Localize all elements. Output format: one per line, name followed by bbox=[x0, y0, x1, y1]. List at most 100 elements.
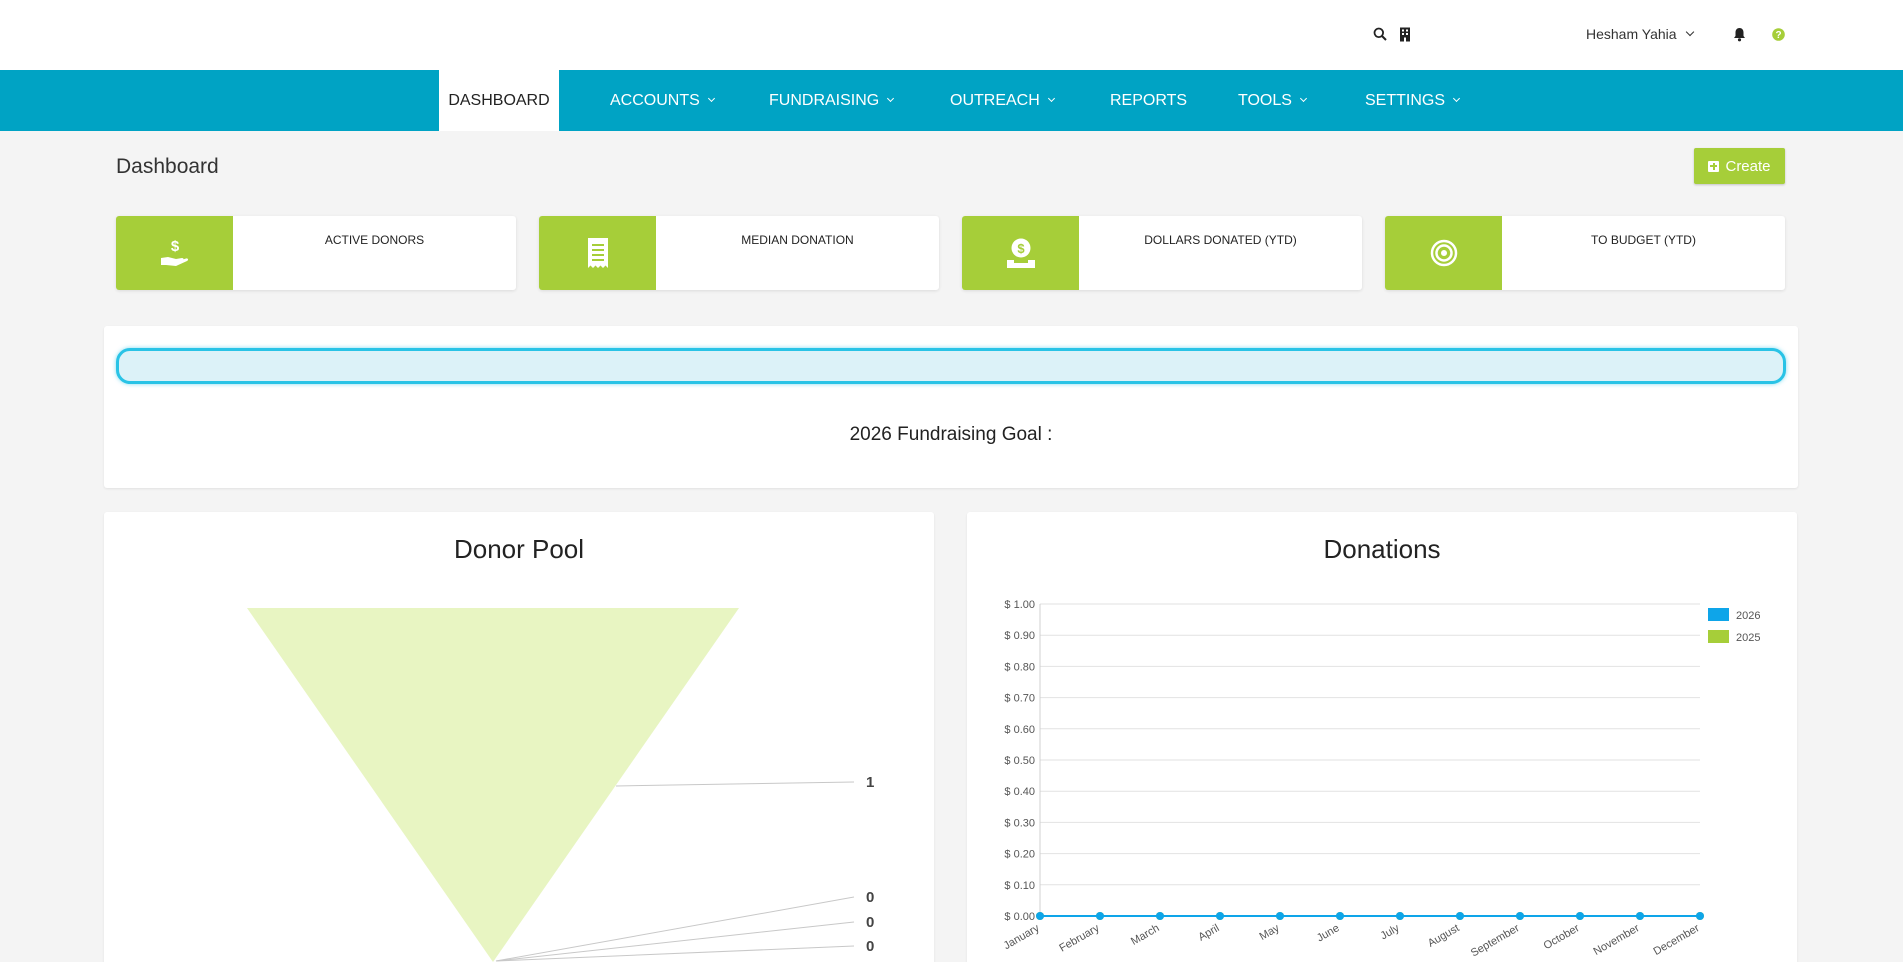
user-name: Hesham Yahia bbox=[1586, 26, 1677, 42]
y-tick-label: $ 1.00 bbox=[1004, 599, 1035, 611]
y-tick-label: $ 0.10 bbox=[1004, 880, 1035, 892]
y-tick-label: $ 0.00 bbox=[1004, 911, 1035, 923]
chevron-down-icon bbox=[1452, 94, 1461, 103]
kpi-card-dollars-donated: $ DOLLARS DONATED (YTD) bbox=[962, 216, 1362, 290]
kpi-label: MEDIAN DONATION bbox=[741, 233, 854, 247]
fundraising-progress-bar bbox=[116, 348, 1786, 384]
y-tick-label: $ 0.30 bbox=[1004, 817, 1035, 829]
donations-panel: Donations $ 0.00 $ 0.10 $ 0.20 $ 0.30 $ 0.40… bbox=[967, 512, 1797, 962]
data-point-2026 bbox=[1036, 912, 1044, 920]
hand-dollar-icon: $ bbox=[116, 216, 233, 290]
coin-hand-icon: $ bbox=[962, 216, 1079, 290]
target-icon bbox=[1385, 216, 1502, 290]
nav-reports[interactable]: REPORTS bbox=[1110, 70, 1187, 131]
donations-chart: $ 0.00 $ 0.10 $ 0.20 $ 0.30 $ 0.40 $ 0.50 $ 0.… bbox=[1002, 599, 1761, 960]
chevron-down-icon bbox=[1299, 94, 1307, 103]
funnel-leader-line bbox=[495, 921, 855, 962]
nav-outreach[interactable]: OUTREACH bbox=[950, 70, 1055, 131]
donor-pool-chart: 1 0 0 0 bbox=[247, 608, 874, 962]
nav-accounts-label: ACCOUNTS bbox=[610, 91, 700, 109]
y-tick-label: $ 0.90 bbox=[1004, 630, 1035, 642]
chevron-down-icon bbox=[1047, 94, 1055, 103]
x-tick-label: September bbox=[1469, 922, 1522, 959]
search-icon[interactable] bbox=[1372, 26, 1388, 42]
main-nav: DASHBOARD ACCOUNTS FUNDRAISING OUTREACH … bbox=[0, 70, 1903, 131]
help-icon[interactable]: ? bbox=[1770, 26, 1786, 42]
receipt-icon bbox=[539, 216, 656, 290]
create-button-label: Create bbox=[1725, 157, 1771, 175]
x-tick-label: November bbox=[1592, 922, 1642, 958]
y-tick-label: $ 0.20 bbox=[1004, 849, 1035, 861]
x-tick-label: December bbox=[1652, 922, 1702, 958]
funnel-value-label: 0 bbox=[866, 914, 874, 931]
top-bar: Hesham Yahia ? bbox=[0, 0, 1903, 70]
kpi-label: TO BUDGET (YTD) bbox=[1591, 233, 1696, 247]
nav-tools[interactable]: TOOLS bbox=[1238, 70, 1307, 131]
data-point-2026 bbox=[1516, 912, 1524, 920]
x-tick-label: August bbox=[1426, 922, 1462, 950]
legend-label: 2025 bbox=[1736, 632, 1760, 644]
data-point-2026 bbox=[1156, 912, 1164, 920]
data-point-2026 bbox=[1636, 912, 1644, 920]
funnel-value-label: 0 bbox=[866, 889, 874, 906]
chevron-down-icon bbox=[707, 94, 715, 103]
nav-dashboard[interactable]: DASHBOARD bbox=[439, 70, 559, 131]
nav-settings[interactable]: SETTINGS bbox=[1365, 70, 1461, 131]
nav-dashboard-label: DASHBOARD bbox=[448, 91, 550, 109]
data-point-2026 bbox=[1396, 912, 1404, 920]
plus-square-icon bbox=[1708, 160, 1720, 172]
page-title: Dashboard bbox=[116, 155, 219, 178]
funnel-leader-line bbox=[615, 781, 855, 787]
svg-text:$: $ bbox=[170, 238, 179, 255]
nav-outreach-label: OUTREACH bbox=[950, 91, 1040, 109]
fundraising-goal-panel: 2026 Fundraising Goal : bbox=[104, 326, 1798, 488]
x-tick-label: June bbox=[1315, 922, 1342, 944]
x-tick-label: March bbox=[1129, 922, 1161, 948]
kpi-card-active-donors: $ ACTIVE DONORS bbox=[116, 216, 516, 290]
funnel-value-label: 0 bbox=[866, 938, 874, 955]
data-point-2026 bbox=[1096, 912, 1104, 920]
y-tick-label: $ 0.40 bbox=[1004, 786, 1035, 798]
data-point-2026 bbox=[1456, 912, 1464, 920]
legend-swatch-2026 bbox=[1708, 608, 1729, 621]
data-point-2026 bbox=[1576, 912, 1584, 920]
kpi-label: ACTIVE DONORS bbox=[324, 233, 425, 247]
nav-reports-label: REPORTS bbox=[1110, 91, 1188, 109]
y-tick-label: $ 0.80 bbox=[1004, 661, 1035, 673]
chevron-down-icon bbox=[887, 94, 895, 103]
y-tick-label: $ 0.60 bbox=[1004, 724, 1035, 736]
data-point-2026 bbox=[1336, 912, 1344, 920]
data-point-2026 bbox=[1696, 912, 1704, 920]
x-tick-label: February bbox=[1057, 922, 1102, 955]
data-point-2026 bbox=[1276, 912, 1284, 920]
x-tick-label: April bbox=[1196, 922, 1221, 943]
donor-pool-panel: Donor Pool 1000 bbox=[104, 512, 934, 962]
funnel-leader-line bbox=[495, 945, 855, 962]
x-tick-label: January bbox=[1002, 922, 1042, 952]
y-tick-label: $ 0.50 bbox=[1004, 755, 1035, 767]
building-icon[interactable] bbox=[1397, 26, 1413, 42]
svg-text:?: ? bbox=[1775, 30, 1781, 41]
kpi-card-to-budget: TO BUDGET (YTD) bbox=[1385, 216, 1785, 290]
svg-text:$: $ bbox=[1017, 241, 1025, 256]
legend-label: 2026 bbox=[1736, 610, 1760, 622]
funnel-leader-line bbox=[495, 896, 855, 962]
data-point-2026 bbox=[1216, 912, 1224, 920]
funnel-value-label: 1 bbox=[866, 774, 874, 791]
nav-fundraising-label: FUNDRAISING bbox=[769, 91, 880, 109]
nav-fundraising[interactable]: FUNDRAISING bbox=[769, 70, 895, 131]
nav-settings-label: SETTINGS bbox=[1365, 91, 1446, 109]
chevron-down-icon bbox=[1685, 27, 1694, 37]
kpi-card-median-donation: MEDIAN DONATION bbox=[539, 216, 939, 290]
x-tick-label: May bbox=[1258, 922, 1282, 943]
legend-swatch-2025 bbox=[1708, 630, 1729, 643]
y-tick-label: $ 0.70 bbox=[1004, 693, 1035, 705]
bell-icon[interactable] bbox=[1731, 26, 1747, 42]
user-menu[interactable]: Hesham Yahia bbox=[1586, 26, 1694, 42]
x-tick-label: October bbox=[1542, 922, 1582, 952]
x-tick-label: July bbox=[1379, 922, 1402, 942]
nav-tools-label: TOOLS bbox=[1238, 91, 1292, 109]
nav-accounts[interactable]: ACCOUNTS bbox=[610, 70, 715, 131]
kpi-label: DOLLARS DONATED (YTD) bbox=[1144, 233, 1297, 247]
create-button[interactable]: Create bbox=[1694, 148, 1785, 184]
